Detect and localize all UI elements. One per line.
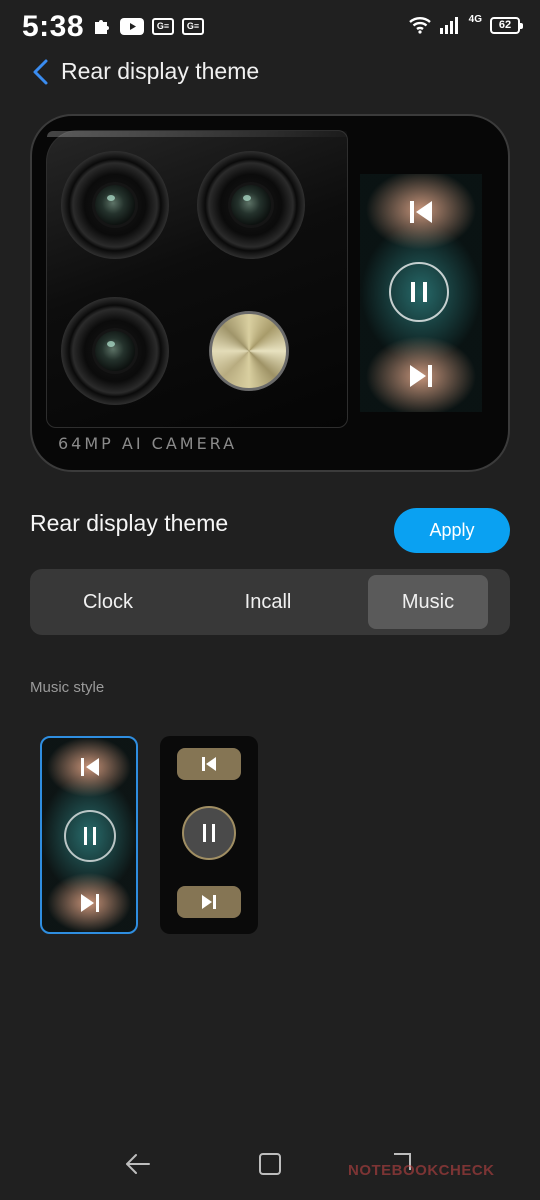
pause-icon [64, 810, 116, 862]
rear-screen-preview [360, 174, 482, 412]
pause-icon [182, 806, 236, 860]
nav-home-button[interactable] [250, 1148, 290, 1184]
tab-incall[interactable]: Incall [208, 575, 328, 629]
page-title: Rear display theme [61, 58, 260, 84]
camera-label: 64MP AI CAMERA [58, 434, 238, 453]
camera-lens-icon [197, 151, 305, 259]
puzzle-icon [92, 16, 112, 36]
app-bar: Rear display theme [0, 48, 540, 98]
theme-tabs: Clock Incall Music [30, 569, 510, 635]
camera-module [46, 130, 348, 428]
tab-clock[interactable]: Clock [48, 575, 168, 629]
previous-track-icon [177, 748, 241, 780]
nav-home-icon [256, 1150, 284, 1183]
music-style-label: Music style [30, 679, 105, 696]
next-track-icon [177, 886, 241, 918]
status-time: 5:38 [22, 10, 85, 43]
news-icon: G≡ [182, 17, 204, 35]
section-title: Rear display theme [30, 510, 229, 536]
back-button[interactable] [22, 56, 58, 92]
previous-track-icon [403, 196, 439, 228]
nav-back-button[interactable] [118, 1148, 158, 1184]
rear-display-preview: 64MP AI CAMERA [30, 114, 510, 472]
pause-icon [389, 262, 449, 322]
next-track-icon [77, 890, 103, 916]
news-icon: G≡ [152, 17, 174, 35]
previous-track-icon [77, 754, 103, 780]
network-label: 4G [468, 13, 482, 25]
watermark: NOTEBOOKCHECK [348, 1162, 495, 1179]
wifi-icon [408, 16, 431, 34]
youtube-icon [120, 17, 144, 35]
battery-icon: 62 [490, 16, 523, 34]
back-arrow-icon [30, 58, 50, 91]
signal-icon [439, 16, 461, 34]
tab-music[interactable]: Music [368, 575, 488, 629]
camera-lens-icon [61, 151, 169, 259]
flash-icon [209, 311, 289, 391]
music-style-option-gold[interactable] [160, 736, 258, 934]
camera-lens-icon [61, 297, 169, 405]
apply-button[interactable]: Apply [394, 508, 510, 553]
nav-back-icon [124, 1152, 152, 1181]
music-style-option-gradient[interactable] [40, 736, 138, 934]
status-icons-right: 4G 62 [408, 13, 523, 34]
status-icons-left: G≡ G≡ [92, 16, 204, 36]
next-track-icon [403, 360, 439, 392]
